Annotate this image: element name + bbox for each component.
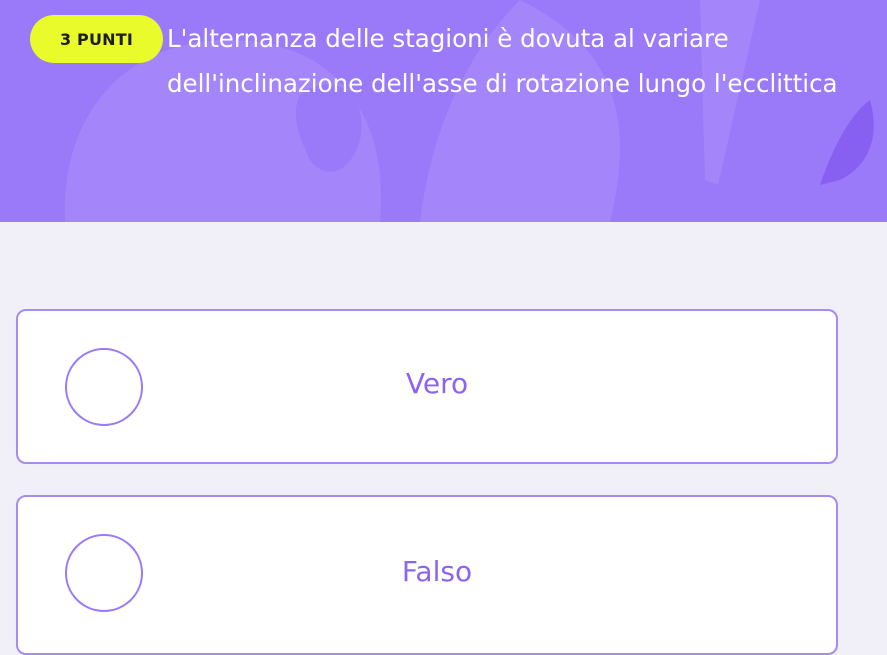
answer-option-falso[interactable]: Falso xyxy=(16,495,838,655)
deco-leaf-right xyxy=(820,100,874,185)
answer-option-vero[interactable]: Vero xyxy=(16,309,838,464)
answer-label: Vero xyxy=(405,367,469,400)
answer-label: Falso xyxy=(401,555,473,588)
question-text: L'alternanza delle stagioni è dovuta al … xyxy=(167,24,838,98)
question-header: 3 PUNTI L'alternanza delle stagioni è do… xyxy=(0,0,887,222)
points-badge: 3 PUNTI xyxy=(30,15,163,63)
